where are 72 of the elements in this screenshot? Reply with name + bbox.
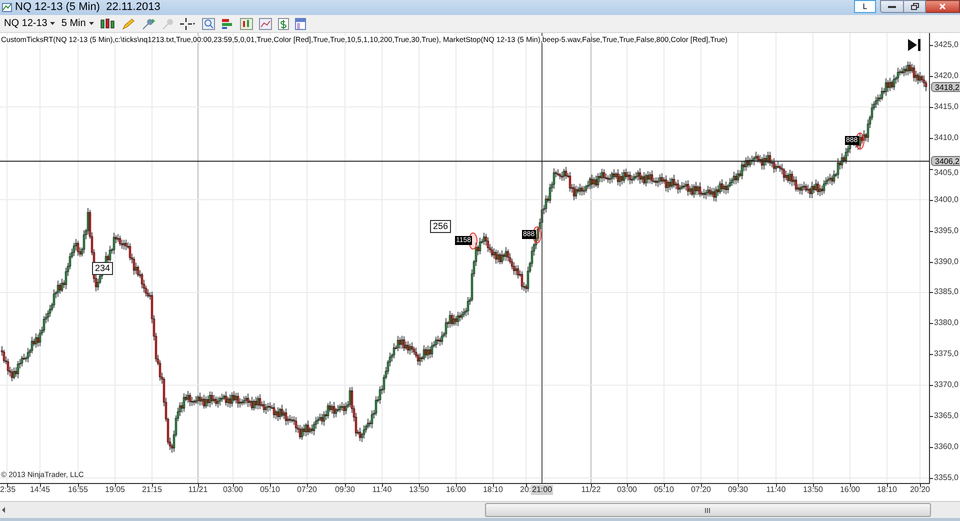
- time-axis-label: 05:10: [654, 486, 674, 494]
- scrollbar-thumb[interactable]: [485, 503, 931, 517]
- price-axis-label: 3425,0: [934, 41, 958, 49]
- time-axis-label: 18:10: [876, 486, 898, 494]
- price-axis-label: 3415,0: [934, 102, 958, 111]
- crosshair-icon[interactable]: [180, 18, 196, 30]
- pencil-icon[interactable]: [122, 18, 136, 30]
- time-axis-label: 07:20: [690, 486, 712, 494]
- line-chart-icon[interactable]: [258, 18, 272, 30]
- price-axis-label: 3390,0: [934, 258, 958, 266]
- price-axis-label: 3360,0: [934, 443, 958, 452]
- zoom-icon[interactable]: [202, 18, 215, 30]
- price-axis-label: 3355,0: [934, 474, 958, 482]
- last-price-marker: 3418,2: [931, 82, 960, 92]
- crosshair-time-label: 21:00: [531, 485, 554, 495]
- time-axis-label: 03:00: [616, 486, 638, 494]
- time-axis-label: 11:40: [372, 486, 392, 494]
- price-axis-label: 3400,0: [934, 196, 958, 204]
- caret-icon: [50, 22, 56, 25]
- close-icon: [939, 3, 946, 10]
- time-axis-label: 21:15: [142, 486, 162, 494]
- time-axis-label: 20:: [520, 486, 532, 494]
- crosshair-price-marker: 3406,2: [931, 156, 960, 166]
- time-axis-label: 18:10: [482, 486, 504, 494]
- trade-tag: 234: [92, 262, 114, 275]
- time-axis-label: 16:00: [840, 486, 860, 494]
- price-axis-label: 3420,0: [934, 72, 958, 80]
- time-axis-label: 2:35: [0, 486, 16, 494]
- time-axis-label: 03:00: [222, 486, 244, 494]
- properties-icon[interactable]: [294, 18, 306, 30]
- time-axis-label: 09:30: [334, 486, 356, 494]
- time-axis-label: 14:45: [30, 486, 50, 494]
- caret-icon: [88, 22, 94, 25]
- time-axis-label: 16:55: [68, 486, 88, 494]
- indicators-icon[interactable]: [220, 18, 234, 30]
- price-axis-label: 3410,0: [934, 134, 958, 142]
- time-axis-label: 16:00: [446, 486, 466, 494]
- time-axis-label: 19:05: [104, 486, 126, 494]
- time-axis-label: 13:50: [408, 486, 430, 494]
- candlestick-chart-icon[interactable]: [100, 18, 116, 30]
- time-axis-label: 13:50: [802, 486, 824, 494]
- time-axis-label: 20:20: [910, 486, 930, 494]
- title-bar-button[interactable]: L: [854, 0, 876, 13]
- pin-icon[interactable]: [142, 18, 156, 30]
- time-axis-label: 07:20: [296, 486, 318, 494]
- time-axis-label: 11:40: [766, 486, 786, 494]
- restore-icon: [910, 3, 918, 10]
- price-axis-label: 3365,0: [934, 412, 958, 420]
- time-axis-label: 11/21: [188, 486, 208, 494]
- price-axis-label: 3380,0: [934, 319, 958, 328]
- scroll-left-icon[interactable]: [2, 507, 6, 513]
- window-title: NQ 12-13 (5 Min) 22.11.2013: [15, 2, 160, 13]
- grip-icon: [705, 508, 711, 512]
- price-axis-label: 3375,0: [934, 350, 958, 358]
- minimize-icon: [888, 5, 896, 8]
- price-axis-label: 3370,0: [934, 381, 958, 390]
- price-axis-label: 3385,0: [934, 288, 958, 296]
- maximize-button[interactable]: [904, 0, 926, 13]
- price-axis-label: 3405,0: [934, 168, 958, 177]
- price-axis-label: 3395,0: [934, 226, 958, 235]
- time-axis-label: 05:10: [260, 486, 280, 494]
- time-axis-label: 11/22: [581, 486, 601, 494]
- instrument-dropdown[interactable]: NQ 12-13: [4, 18, 56, 28]
- dollar-icon[interactable]: [278, 18, 289, 30]
- chart-window-icon: [2, 3, 12, 12]
- trade-tag: 256: [430, 220, 452, 233]
- time-axis-label: 09:30: [728, 486, 748, 494]
- skip-to-end-icon[interactable]: [908, 39, 920, 51]
- close-button[interactable]: [926, 0, 960, 13]
- minimize-button[interactable]: [880, 0, 904, 13]
- interval-dropdown[interactable]: 5 Min: [61, 18, 94, 28]
- bars-icon[interactable]: [240, 18, 253, 30]
